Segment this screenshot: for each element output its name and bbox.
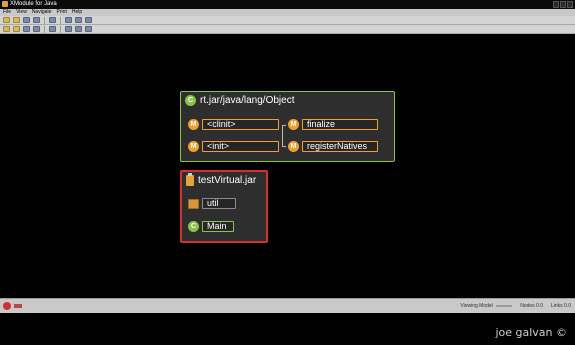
open-icon[interactable]	[3, 26, 10, 32]
open-folder-icon[interactable]	[13, 17, 20, 23]
method-label: <init>	[202, 141, 279, 152]
package-util[interactable]: util	[188, 198, 236, 209]
layout-icon[interactable]	[65, 17, 72, 23]
save-as-icon[interactable]	[33, 17, 40, 23]
menu-help[interactable]: Help	[72, 9, 82, 16]
print-icon[interactable]	[49, 26, 56, 32]
open-folder-icon[interactable]	[13, 26, 20, 32]
class-main[interactable]: C Main	[188, 221, 234, 232]
toolbar-separator	[44, 25, 45, 33]
package-label: util	[202, 198, 236, 209]
menu-navigate[interactable]: Navigate	[32, 9, 52, 16]
save-as-icon[interactable]	[33, 26, 40, 32]
method-label: <clinit>	[202, 119, 279, 130]
toolbar-separator	[60, 16, 61, 24]
save-icon[interactable]	[23, 26, 30, 32]
viewing-model: Viewing Model	[460, 303, 513, 310]
menu-view[interactable]: View	[16, 9, 27, 16]
print-icon[interactable]	[49, 17, 56, 23]
maximize-button[interactable]	[560, 1, 566, 8]
status-right: Viewing Model Nodes 0.0 Links 0.0	[460, 303, 571, 310]
app-window: XModule for Java File View Navigate Prin…	[0, 0, 575, 313]
menu-file[interactable]: File	[3, 9, 11, 16]
method-icon: M	[188, 141, 199, 152]
window-icon[interactable]	[85, 26, 92, 32]
toolbar-primary	[0, 16, 575, 25]
method-icon: M	[288, 141, 299, 152]
links-count: Links 0.0	[550, 303, 571, 309]
minimize-button[interactable]	[553, 1, 559, 8]
class-label: Main	[202, 221, 234, 232]
method-finalize[interactable]: M finalize	[288, 119, 378, 130]
title-bar: XModule for Java	[0, 0, 575, 9]
app-icon	[2, 1, 8, 7]
progress-indicator	[14, 304, 22, 308]
zoom-icon[interactable]	[75, 17, 82, 23]
toolbar-separator	[60, 25, 61, 33]
stop-icon[interactable]	[3, 302, 11, 310]
viewing-model-slider[interactable]	[496, 304, 513, 307]
save-icon[interactable]	[23, 17, 30, 23]
method-icon: M	[188, 119, 199, 130]
class-icon: C	[185, 95, 196, 106]
menu-bar: File View Navigate Print Help	[0, 9, 575, 16]
watermark: joe galvan ©	[495, 326, 567, 339]
window-controls	[553, 1, 573, 8]
menu-print[interactable]: Print	[57, 9, 67, 16]
window-title: XModule for Java	[10, 1, 57, 7]
toolbar-secondary	[0, 25, 575, 34]
close-button[interactable]	[567, 1, 573, 8]
window-icon[interactable]	[85, 17, 92, 23]
layout-icon[interactable]	[65, 26, 72, 32]
module-header: C rt.jar/java/lang/Object	[185, 95, 295, 106]
call-edge	[282, 125, 286, 147]
module-title: testVirtual.jar	[198, 175, 257, 186]
module-header: testVirtual.jar	[186, 173, 257, 186]
nodes-count: Nodes 0.0	[520, 303, 543, 309]
open-icon[interactable]	[3, 17, 10, 23]
method-registerNatives[interactable]: M registerNatives	[288, 141, 378, 152]
module-title: rt.jar/java/lang/Object	[200, 95, 295, 106]
class-icon: C	[188, 221, 199, 232]
method-label: finalize	[302, 119, 378, 130]
package-icon	[188, 198, 199, 209]
zoom-icon[interactable]	[75, 26, 82, 32]
method-icon: M	[288, 119, 299, 130]
graph-canvas[interactable]	[0, 34, 575, 298]
toolbar-separator	[44, 16, 45, 24]
viewing-model-label: Viewing Model	[460, 303, 493, 309]
method-label: registerNatives	[302, 141, 378, 152]
method-clinit[interactable]: M <clinit>	[188, 119, 279, 130]
status-bar: Viewing Model Nodes 0.0 Links 0.0	[0, 298, 575, 313]
jar-icon	[186, 173, 194, 186]
method-init[interactable]: M <init>	[188, 141, 279, 152]
